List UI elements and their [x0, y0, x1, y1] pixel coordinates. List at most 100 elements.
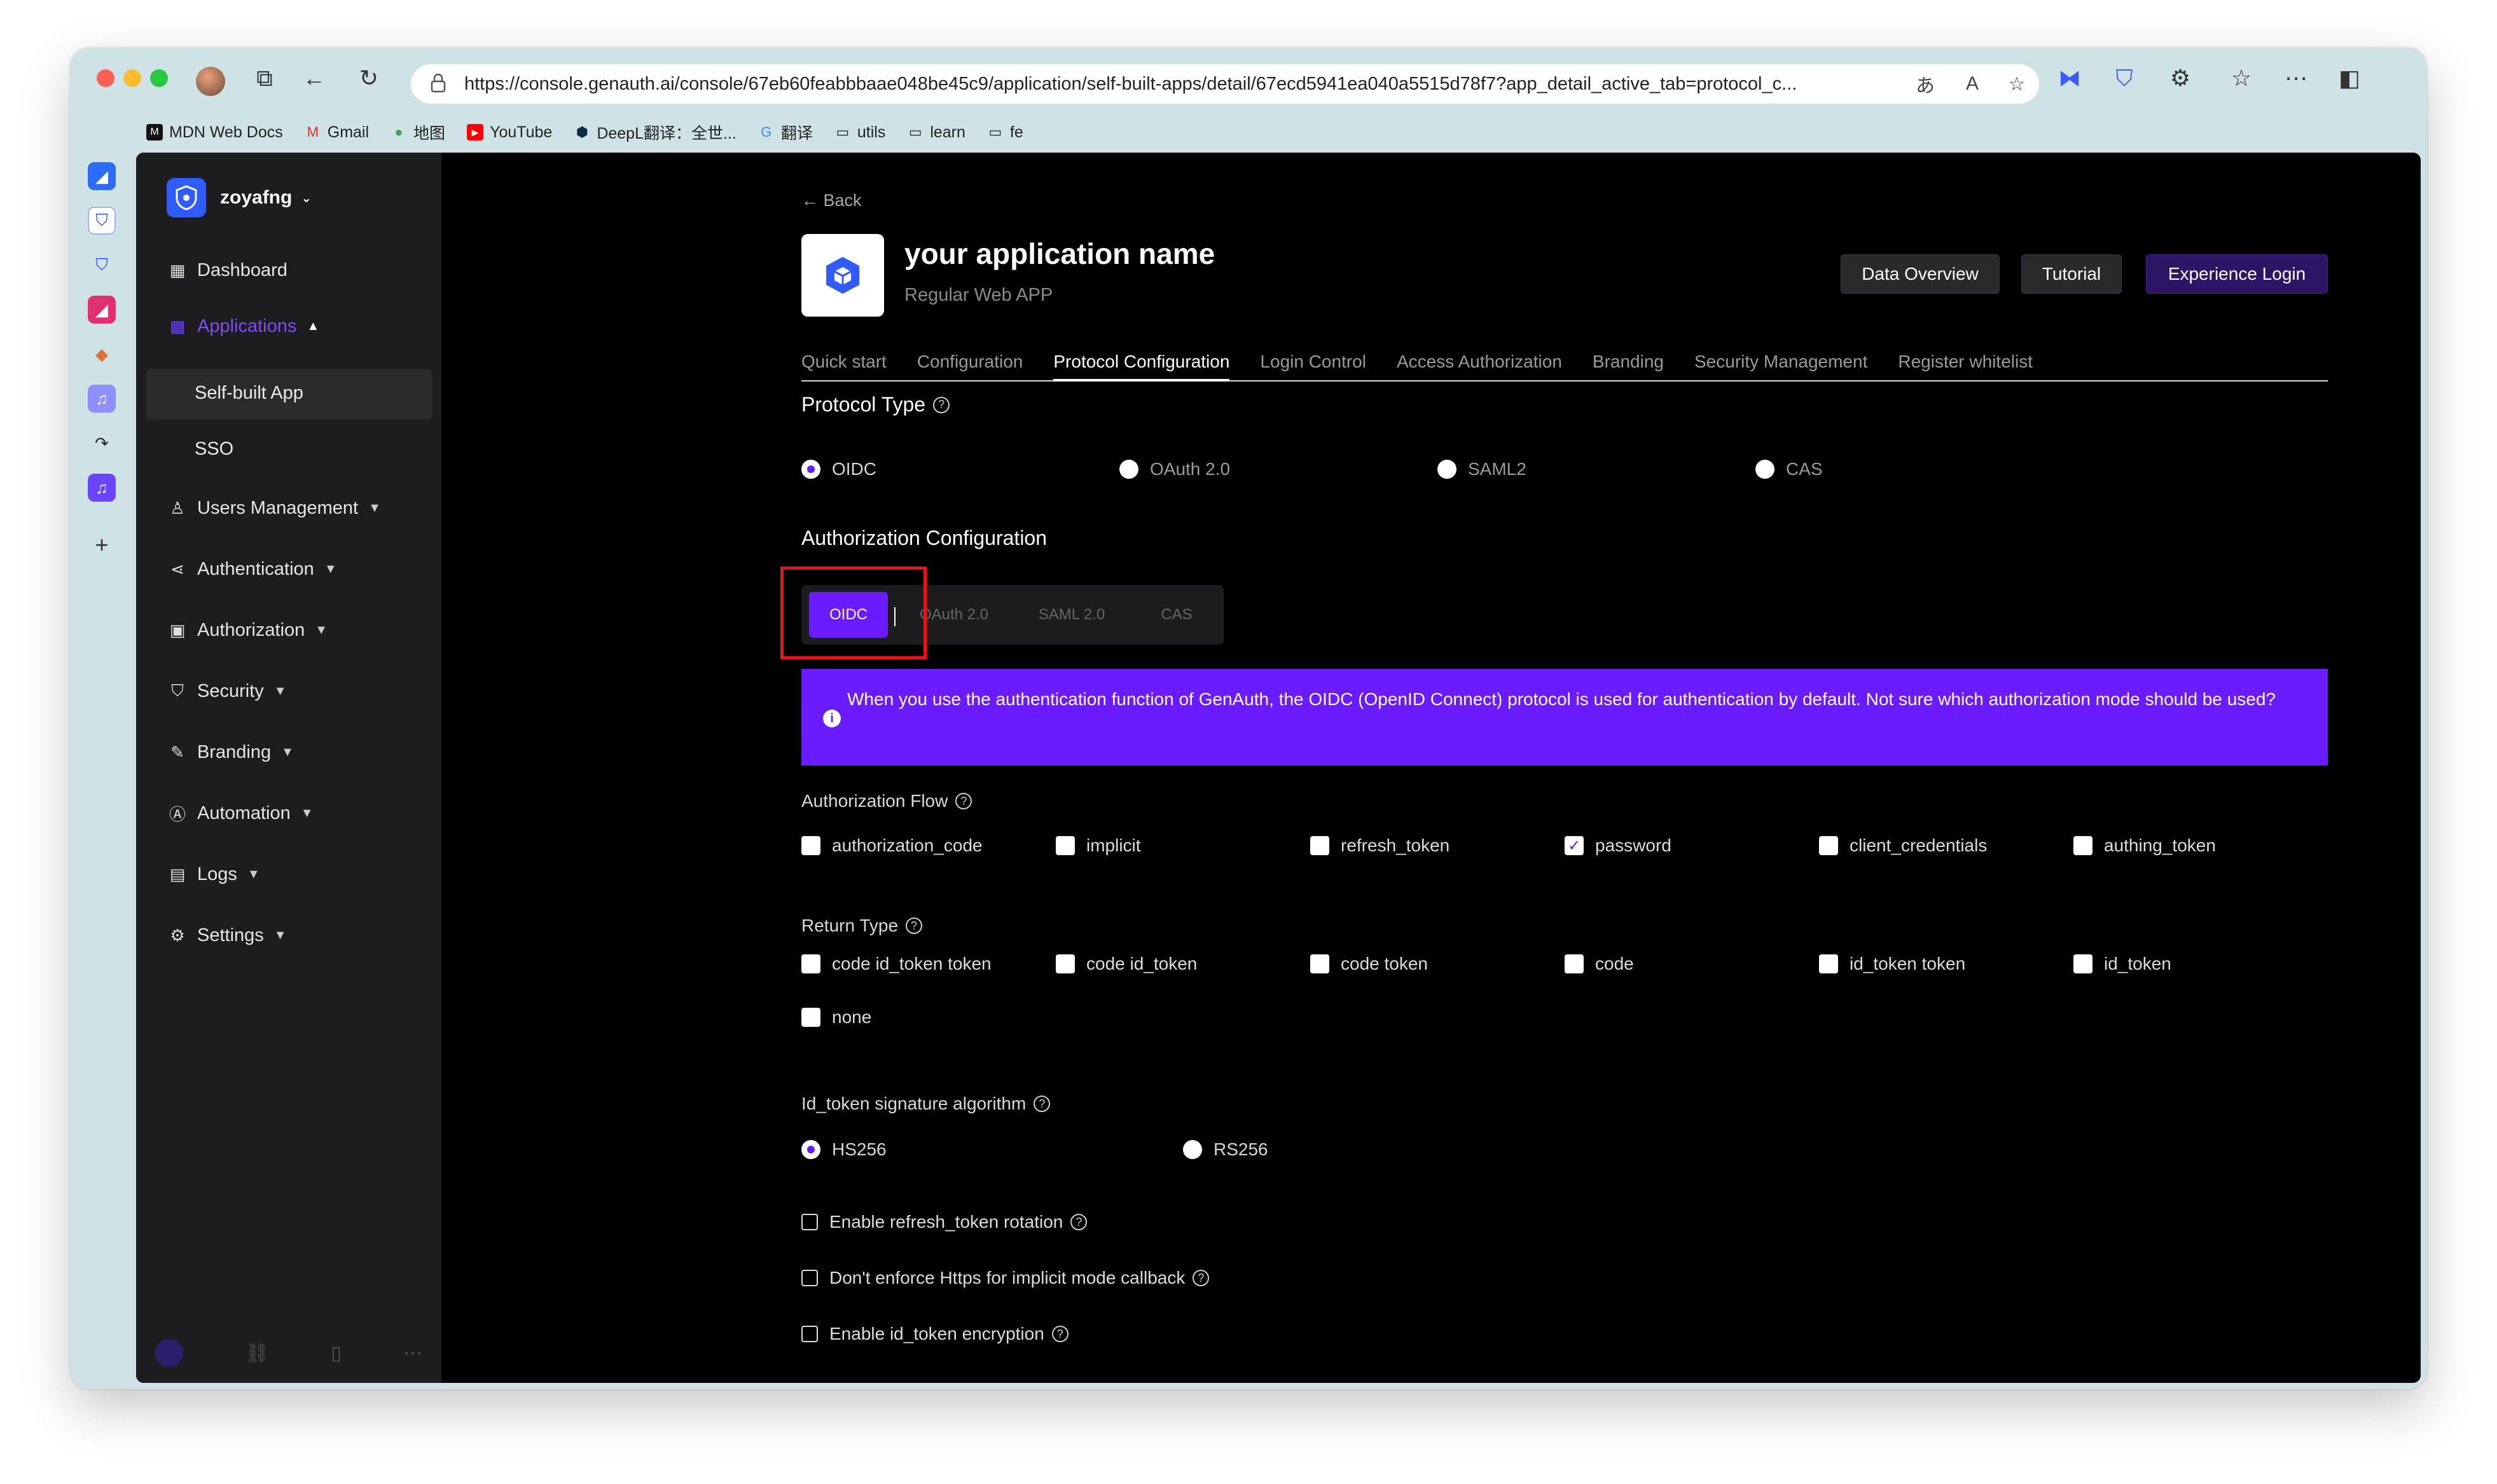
help-icon[interactable]: ? [1193, 1270, 1210, 1286]
return-type-checkbox[interactable]: id_token token [1819, 954, 1965, 974]
extension-icon[interactable]: ⧓ [2054, 63, 2085, 93]
protocol-radio-oauth2[interactable]: OAuth 2.0 [1119, 459, 1230, 479]
bookmark-folder-fe[interactable]: ▭ fe [987, 123, 1023, 142]
protocol-radio-cas[interactable]: CAS [1755, 459, 1823, 479]
return-type-checkbox[interactable]: code id_token [1056, 954, 1197, 974]
maximize-window-button[interactable] [150, 69, 168, 87]
assistant-icon[interactable] [155, 1339, 183, 1367]
bookmark-translate[interactable]: G 翻译 [758, 121, 813, 144]
tutorial-button[interactable]: Tutorial [2021, 254, 2122, 294]
return-type-checkbox[interactable]: id_token [2073, 954, 2171, 974]
back-link[interactable]: ← Back [801, 191, 862, 210]
help-icon[interactable]: ? [1051, 1326, 1069, 1342]
sidebar-item-automation[interactable]: Ⓐ Automation ▼ [167, 802, 314, 824]
loading-tab-icon[interactable]: ↷ [88, 429, 116, 457]
new-tab-plus-icon[interactable]: + [88, 531, 116, 559]
sidebar-toggle-icon[interactable]: ◧ [2334, 63, 2365, 93]
id-token-encryption-checkbox[interactable]: Enable id_token encryption? [801, 1324, 1069, 1344]
bookmark-maps[interactable]: ● 地图 [391, 121, 445, 144]
bookmark-folder-learn[interactable]: ▭ learn [907, 123, 965, 142]
favorite-star-icon[interactable]: ☆ [2003, 71, 2030, 97]
experience-login-button[interactable]: Experience Login [2146, 254, 2328, 294]
favorites-icon[interactable]: ☆ [2226, 63, 2257, 93]
tab-quick-start[interactable]: Quick start [801, 350, 887, 381]
help-icon[interactable]: ? [906, 917, 923, 934]
flow-checkbox-refresh-token[interactable]: refresh_token [1310, 835, 1449, 856]
tab-access-authorization[interactable]: Access Authorization [1397, 350, 1562, 381]
back-arrow-icon[interactable]: ← [299, 63, 329, 93]
help-icon[interactable]: ? [1070, 1214, 1088, 1230]
protocol-radio-saml2[interactable]: SAML2 [1437, 459, 1526, 479]
sidebar-item-sso[interactable]: SSO [195, 439, 233, 460]
translate-icon: G [761, 124, 772, 140]
minimize-window-button[interactable] [123, 69, 141, 87]
help-icon[interactable]: ? [1034, 1096, 1051, 1112]
profile-avatar[interactable] [196, 67, 225, 96]
segment-saml2[interactable]: SAML 2.0 [1024, 592, 1119, 638]
segment-cas[interactable]: CAS [1145, 592, 1208, 638]
extensions-puzzle-icon[interactable]: ⚙ [2165, 63, 2196, 93]
close-window-button[interactable] [97, 69, 114, 87]
read-aloud-icon[interactable]: A [1959, 71, 1986, 97]
bookmark-deepl[interactable]: ⬢ DeepL翻译：全世... [574, 121, 737, 144]
genauth-tab-icon[interactable]: ⛉ [88, 207, 116, 235]
address-bar[interactable]: https://console.genauth.ai/console/67eb6… [411, 64, 2039, 104]
sidebar-item-authentication[interactable]: ⋖ Authentication ▼ [167, 558, 337, 580]
more-menu-icon[interactable]: ⋯ [2281, 63, 2311, 93]
music-tab-icon[interactable]: ♫ [88, 385, 116, 413]
protocol-radio-oidc[interactable]: OIDC [801, 459, 876, 479]
flow-checkbox-client-credentials[interactable]: client_credentials [1819, 835, 1987, 856]
reload-icon[interactable]: ↻ [354, 63, 384, 93]
sidebar-item-self-built-app[interactable]: Self-built App [195, 383, 303, 404]
vertical-tab-icon[interactable]: ◢ [88, 162, 116, 190]
tab-login-control[interactable]: Login Control [1260, 350, 1366, 381]
return-type-checkbox[interactable]: code token [1310, 954, 1428, 974]
authorization-configuration-heading: Authorization Configuration [801, 526, 1048, 549]
bookmark-mdn[interactable]: M MDN Web Docs [146, 123, 283, 142]
folder-icon: ▭ [988, 124, 1002, 140]
info-banner-text[interactable]: When you use the authentication function… [847, 689, 2276, 709]
help-icon[interactable]: ? [955, 793, 972, 809]
vertical-tab-icon[interactable]: ◢ [88, 296, 116, 324]
bookmark-gmail[interactable]: M Gmail [305, 123, 369, 142]
sidebar-item-logs[interactable]: ▤ Logs ▼ [167, 863, 260, 885]
sidebar-item-branding[interactable]: ✎ Branding ▼ [167, 741, 294, 763]
sidebar-item-applications[interactable]: ▩ Applications ▲ [167, 315, 319, 337]
flow-checkbox-password[interactable]: ✓ password [1565, 835, 1671, 856]
flow-checkbox-authing-token[interactable]: authing_token [2073, 835, 2216, 856]
flow-checkbox-authorization-code[interactable]: authorization_code [801, 835, 983, 856]
tab-configuration[interactable]: Configuration [917, 350, 1023, 381]
gitlab-tab-icon[interactable]: ◆ [88, 340, 116, 368]
sidebar-item-dashboard[interactable]: ▦ Dashboard [167, 259, 287, 281]
music-tab-icon[interactable]: ♫ [88, 474, 116, 502]
shield-tab-icon[interactable]: ⛉ [88, 251, 116, 279]
tab-branding[interactable]: Branding [1593, 350, 1664, 381]
return-type-checkbox[interactable]: code [1565, 954, 1634, 974]
return-type-checkbox[interactable]: none [801, 1007, 871, 1027]
translate-icon[interactable]: あ [1912, 71, 1939, 97]
folder-icon: ▭ [908, 124, 922, 140]
flow-checkbox-implicit[interactable]: implicit [1056, 835, 1141, 856]
shield-extension-icon[interactable]: ⛉ [2109, 63, 2140, 93]
bookmark-youtube[interactable]: ▶ YouTube [467, 123, 552, 142]
book-icon[interactable]: ▯ [331, 1342, 342, 1364]
tab-register-whitelist[interactable]: Register whitelist [1898, 350, 2033, 381]
signature-radio-rs256[interactable]: RS256 [1183, 1139, 1268, 1160]
implicit-https-checkbox[interactable]: Don't enforce Https for implicit mode ca… [801, 1268, 1210, 1288]
sidebar-item-authorization[interactable]: ▣ Authorization ▼ [167, 619, 328, 641]
more-icon[interactable]: ⋯ [403, 1342, 422, 1364]
bookmark-folder-utils[interactable]: ▭ utils [834, 123, 885, 142]
return-type-checkbox[interactable]: code id_token token [801, 954, 992, 974]
sidebar-item-settings[interactable]: ⚙ Settings ▼ [167, 924, 286, 946]
tab-security-management[interactable]: Security Management [1694, 350, 1867, 381]
data-overview-button[interactable]: Data Overview [1841, 254, 2000, 294]
tabs-icon[interactable]: ⧉ [249, 63, 280, 93]
sidebar-item-users-management[interactable]: ♙ Users Management ▼ [167, 497, 381, 519]
org-switcher[interactable]: zoyafng ⌄ [167, 178, 312, 217]
sidebar-item-security[interactable]: ⛉ Security ▼ [167, 680, 286, 702]
signature-radio-hs256[interactable]: HS256 [801, 1139, 887, 1160]
help-icon[interactable]: ? [933, 396, 950, 413]
link-icon[interactable]: ⛓ [245, 1342, 269, 1364]
tab-protocol-configuration[interactable]: Protocol Configuration [1053, 350, 1230, 381]
refresh-token-rotation-checkbox[interactable]: Enable refresh_token rotation? [801, 1212, 1088, 1232]
